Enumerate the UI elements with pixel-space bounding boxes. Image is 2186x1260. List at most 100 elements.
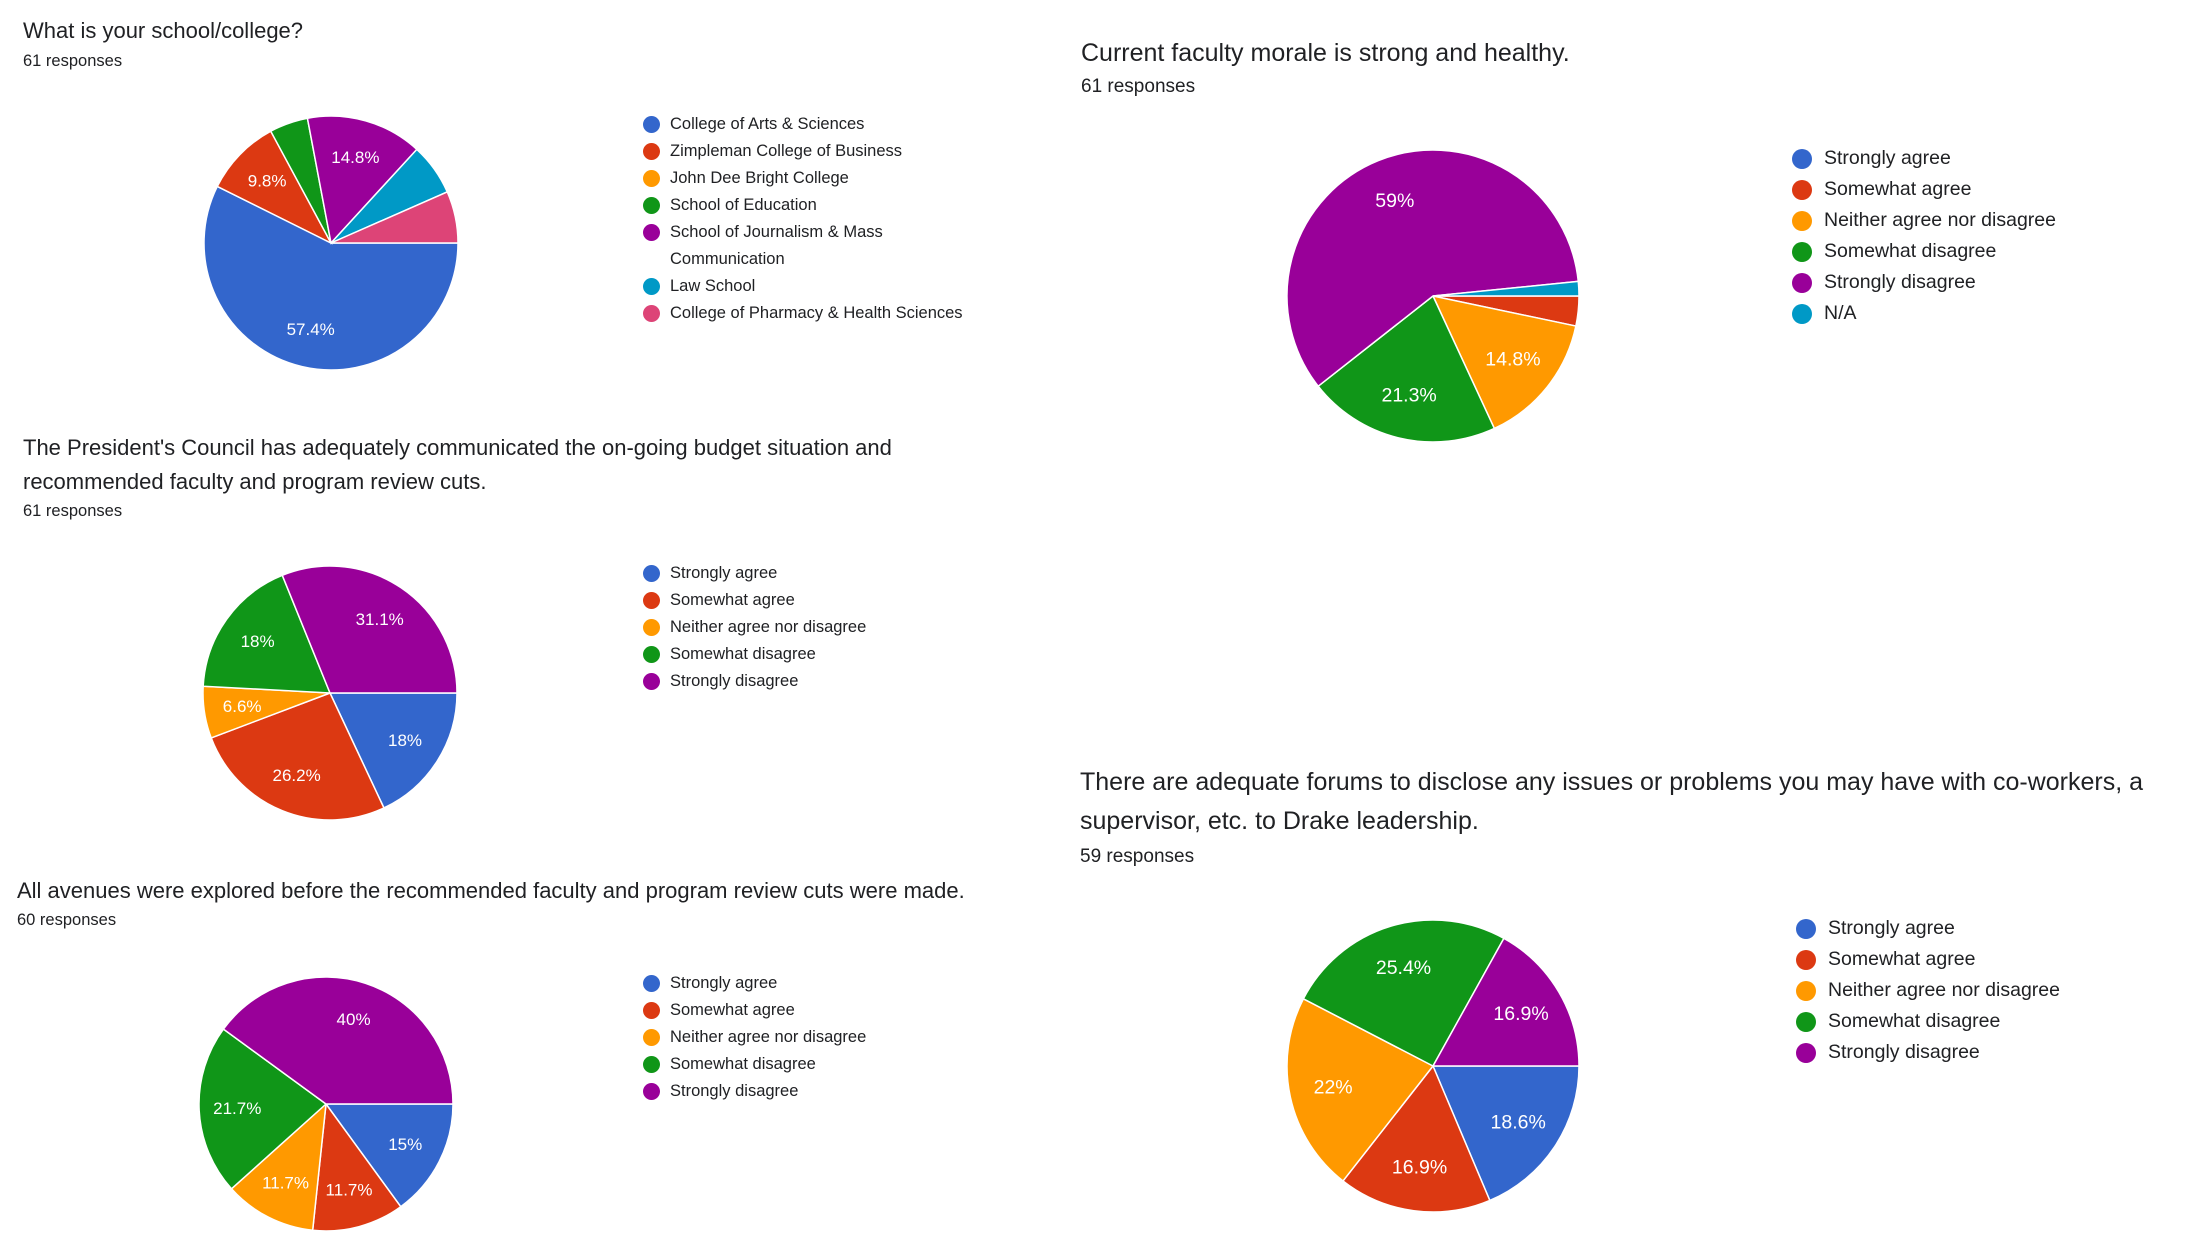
data-label-somewhat-agree: 26.2%: [272, 766, 320, 785]
chart-title-line-1: There are adequate forums to disclose an…: [1080, 768, 2143, 796]
legend-item-zimpleman-college-of-business[interactable]: Zimpleman College of Business: [643, 138, 963, 165]
legend-label: Strongly disagree: [1824, 271, 1976, 293]
legend-swatch-icon: [643, 278, 660, 295]
legend-item-school-of-journalism-and-mass-communication[interactable]: School of Journalism & Mass Communicatio…: [643, 219, 963, 273]
legend-swatch-icon: [1796, 1043, 1816, 1063]
legend-swatch-icon: [643, 1056, 660, 1073]
legend-swatch-icon: [643, 116, 660, 133]
legend-label: Law School: [670, 277, 756, 295]
response-count: 61 responses: [1081, 76, 1196, 97]
legend-item-strongly-agree[interactable]: Strongly agree: [1792, 143, 2056, 174]
legend-swatch-icon: [643, 619, 660, 636]
legend-swatch-icon: [643, 305, 660, 322]
data-label-neither-agree-nor-disagree: 22%: [1314, 1077, 1353, 1099]
response-count: 60 responses: [17, 911, 117, 929]
legend-item-somewhat-agree[interactable]: Somewhat agree: [643, 997, 866, 1024]
legend-item-strongly-disagree[interactable]: Strongly disagree: [1796, 1037, 2060, 1068]
legend-label: John Dee Bright College: [670, 169, 849, 187]
legend-swatch-icon: [643, 224, 660, 241]
legend-item-neither-agree-nor-disagree[interactable]: Neither agree nor disagree: [643, 614, 866, 641]
pie-slice-strongly-disagree: [1431, 937, 1580, 1067]
legend-label: Somewhat disagree: [1828, 1010, 2001, 1032]
legend-label: Somewhat disagree: [670, 645, 816, 663]
legend-item-strongly-agree[interactable]: Strongly agree: [1796, 913, 2060, 944]
pie-slice-strongly-agree: [328, 692, 458, 809]
legend-label: Neither agree nor disagree: [1828, 979, 2060, 1001]
legend-item-college-of-arts-and-sciences[interactable]: College of Arts & Sciences: [643, 111, 963, 138]
pie-slice-college-of-arts-and-sciences: [203, 185, 459, 371]
legend-item-somewhat-agree[interactable]: Somewhat agree: [643, 587, 866, 614]
chart-title-line-2: recommended faculty and program review c…: [23, 469, 487, 494]
pie-slice-strongly-disagree: [222, 976, 454, 1105]
legend-item-strongly-disagree[interactable]: Strongly disagree: [1792, 267, 2056, 298]
legend-item-strongly-disagree[interactable]: Strongly disagree: [643, 1078, 866, 1105]
pie-slice-law-school: [330, 148, 449, 244]
legend-swatch-icon: [1792, 304, 1812, 324]
legend-item-n-a[interactable]: N/A: [1792, 298, 2056, 329]
legend-item-somewhat-disagree[interactable]: Somewhat disagree: [1796, 1006, 2060, 1037]
pie-slice-somewhat-disagree: [1317, 294, 1496, 443]
legend-swatch-icon: [643, 975, 660, 992]
legend-label: Strongly agree: [1824, 147, 1951, 169]
data-label-strongly-disagree: 16.9%: [1493, 1003, 1548, 1025]
legend-item-school-of-education[interactable]: School of Education: [643, 192, 963, 219]
data-label-strongly-disagree: 40%: [337, 1010, 371, 1029]
data-label-somewhat-disagree: 25.4%: [1376, 957, 1431, 979]
pie-slice-strongly-agree: [1431, 1065, 1580, 1202]
legend-label: Strongly disagree: [670, 1082, 799, 1100]
legend-label: Somewhat disagree: [1824, 240, 1997, 262]
pie-slice-somewhat-disagree: [198, 1028, 328, 1190]
pie-slice-somewhat-disagree: [1302, 919, 1505, 1068]
legend-item-college-of-pharmacy-and-health-sciences[interactable]: College of Pharmacy & Health Sciences: [643, 300, 963, 327]
data-label-strongly-disagree: 59%: [1375, 190, 1414, 212]
legend-item-neither-agree-nor-disagree[interactable]: Neither agree nor disagree: [1792, 205, 2056, 236]
legend-item-somewhat-agree[interactable]: Somewhat agree: [1796, 944, 2060, 975]
legend-item-strongly-agree[interactable]: Strongly agree: [643, 970, 866, 997]
legend-item-somewhat-disagree[interactable]: Somewhat disagree: [643, 1051, 866, 1078]
legend-swatch-icon: [643, 673, 660, 690]
legend-item-neither-agree-nor-disagree[interactable]: Neither agree nor disagree: [1796, 975, 2060, 1006]
legend-item-law-school[interactable]: Law School: [643, 273, 963, 300]
legend-label: School of Journalism & Mass Communicatio…: [670, 223, 883, 268]
legend-swatch-icon: [1792, 211, 1812, 231]
legend-label: Neither agree nor disagree: [670, 1028, 867, 1046]
data-label-neither-agree-nor-disagree: 6.6%: [223, 697, 262, 716]
data-label-school-of-journalism-and-mass-communication: 14.8%: [331, 148, 379, 167]
data-label-somewhat-disagree: 21.3%: [1381, 384, 1436, 406]
data-label-neither-agree-nor-disagree: 11.7%: [262, 1174, 309, 1193]
legend-label: Strongly agree: [670, 564, 778, 582]
pie-slice-strongly-disagree: [1286, 149, 1580, 388]
legend-item-somewhat-disagree[interactable]: Somewhat disagree: [643, 641, 866, 668]
data-label-somewhat-agree: 11.7%: [326, 1180, 373, 1199]
pie-slice-somewhat-agree: [210, 692, 385, 821]
pie-slice-school-of-journalism-and-mass-communication: [306, 115, 418, 245]
legend-swatch-icon: [1792, 149, 1812, 169]
legend-label: N/A: [1824, 302, 1857, 324]
legend-item-somewhat-agree[interactable]: Somewhat agree: [1792, 174, 2056, 205]
legend-swatch-icon: [643, 646, 660, 663]
legend-label: College of Pharmacy & Health Sciences: [670, 304, 963, 322]
pie-slice-somewhat-agree: [1432, 295, 1580, 327]
legend-item-john-dee-bright-college[interactable]: John Dee Bright College: [643, 165, 963, 192]
data-label-somewhat-disagree: 18%: [241, 632, 275, 651]
pie-slice-somewhat-agree: [311, 1101, 402, 1232]
legend-label: Neither agree nor disagree: [1824, 209, 2056, 231]
data-label-strongly-agree: 15%: [388, 1135, 422, 1154]
legend-swatch-icon: [643, 143, 660, 160]
legend-swatch-icon: [643, 592, 660, 609]
data-label-zimpleman-college-of-business: 9.8%: [248, 172, 287, 191]
legend-swatch-icon: [1792, 273, 1812, 293]
legend-swatch-icon: [643, 197, 660, 214]
legend-item-somewhat-disagree[interactable]: Somewhat disagree: [1792, 236, 2056, 267]
legend-item-strongly-disagree[interactable]: Strongly disagree: [643, 668, 866, 695]
legend-swatch-icon: [643, 1002, 660, 1019]
data-label-somewhat-agree: 16.9%: [1392, 1156, 1447, 1178]
legend-item-strongly-agree[interactable]: Strongly agree: [643, 560, 866, 587]
data-label-strongly-agree: 18.6%: [1491, 1111, 1546, 1133]
legend-item-neither-agree-nor-disagree[interactable]: Neither agree nor disagree: [643, 1024, 866, 1051]
chart-title: All avenues were explored before the rec…: [17, 878, 965, 903]
response-count: 61 responses: [23, 52, 123, 70]
legend-label: Somewhat agree: [670, 591, 795, 609]
pie-slice-zimpleman-college-of-business: [216, 130, 333, 245]
data-label-strongly-agree: 18%: [388, 731, 422, 750]
